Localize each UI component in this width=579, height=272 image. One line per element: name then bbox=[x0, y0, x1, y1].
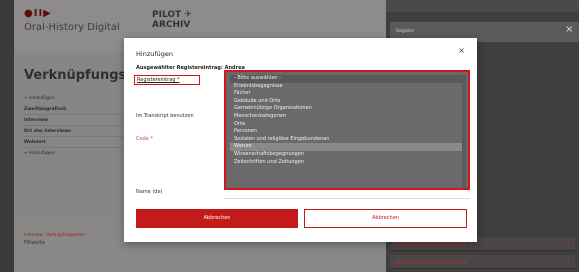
select-option[interactable]: - Bitte auswählen - bbox=[230, 75, 464, 83]
select-option[interactable]: Zeitschriften und Zeitungen bbox=[230, 159, 464, 167]
add-dialog: Hinzufügen × Ausgewählter Registereintra… bbox=[124, 38, 477, 242]
listbox-scrollbar[interactable] bbox=[462, 74, 466, 188]
side-list-item[interactable]: Wohnort bbox=[24, 137, 124, 148]
add-button[interactable]: Abbrechen bbox=[136, 209, 298, 228]
logo-icon: ●II▶ bbox=[24, 8, 52, 19]
registereintrag-label: Registereintrag * bbox=[134, 75, 200, 85]
select-option[interactable]: Personen bbox=[230, 128, 464, 136]
select-option[interactable]: Erlebnisbegegnisse bbox=[230, 83, 464, 91]
side-list: + Hinzufügen Zweitbiografisch Interview Ort… bbox=[24, 93, 124, 159]
close-icon[interactable]: × bbox=[458, 46, 465, 55]
logo-text: Oral-History Digital bbox=[24, 22, 120, 33]
option-list: - Bitte auswählen - Erlebnisbegegnisse Fäc… bbox=[230, 75, 464, 166]
right-topbar bbox=[386, 0, 579, 12]
pilot-text: PILOT ✈ bbox=[152, 10, 192, 20]
transcript-label: Im Transkript benutzen bbox=[136, 113, 194, 119]
footer-text: Filtweite bbox=[24, 240, 45, 246]
side-list-item[interactable]: Interview bbox=[24, 115, 124, 126]
select-option[interactable]: Gebäude und Orte bbox=[230, 98, 464, 106]
oral-history-logo[interactable]: ●II▶ Oral-History Digital bbox=[24, 8, 120, 33]
row-text: VERKNÜPFUNGSARTEN BEARBEITEN bbox=[394, 260, 467, 265]
cancel-button[interactable]: Abbrechen bbox=[304, 209, 467, 228]
edit-links-row[interactable]: VERKNÜPFUNGSARTEN BEARBEITEN + bbox=[390, 255, 575, 269]
side-list-item[interactable]: Ort des Interviews bbox=[24, 126, 124, 137]
select-option[interactable]: Fächer bbox=[230, 90, 464, 98]
side-list-item[interactable]: Zweitbiografisch bbox=[24, 104, 124, 115]
code-label: Code * bbox=[136, 136, 153, 142]
select-option[interactable]: Warum bbox=[230, 143, 464, 151]
close-icon[interactable]: × bbox=[565, 24, 575, 38]
dialog-title: Hinzufügen bbox=[136, 50, 173, 58]
select-option[interactable]: Wissenschaftsbegegnungen bbox=[230, 151, 464, 159]
plus-icon[interactable]: + bbox=[566, 240, 571, 247]
select-option[interactable]: Orte bbox=[230, 121, 464, 129]
name-field[interactable] bbox=[224, 198, 470, 199]
registereintrag-select[interactable]: - Bitte auswählen - Erlebnisbegegnisse Fäc… bbox=[224, 70, 470, 190]
name-label: Name (de) bbox=[136, 189, 163, 195]
side-list-item[interactable]: + Hinzufügen bbox=[24, 148, 124, 159]
archiv-text: ARCHIV bbox=[152, 20, 191, 30]
select-option[interactable]: Gemeinnützige Organisationen bbox=[230, 105, 464, 113]
pilot-archiv-logo[interactable]: PILOT ✈ ARCHIV bbox=[152, 10, 192, 30]
row-text: VERKNÜPFUNGSARTEN BEARBEITEN bbox=[394, 242, 467, 247]
select-option[interactable]: Menschenkategorien bbox=[230, 113, 464, 121]
footer-breadcrumb[interactable]: Interview · Verknüpfungsarten bbox=[24, 232, 85, 237]
select-option[interactable]: Sozialen und religiöse Eingebundenen bbox=[230, 136, 464, 144]
plus-icon[interactable]: + bbox=[566, 258, 571, 265]
side-list-item[interactable]: + Hinzufügen bbox=[24, 93, 124, 104]
